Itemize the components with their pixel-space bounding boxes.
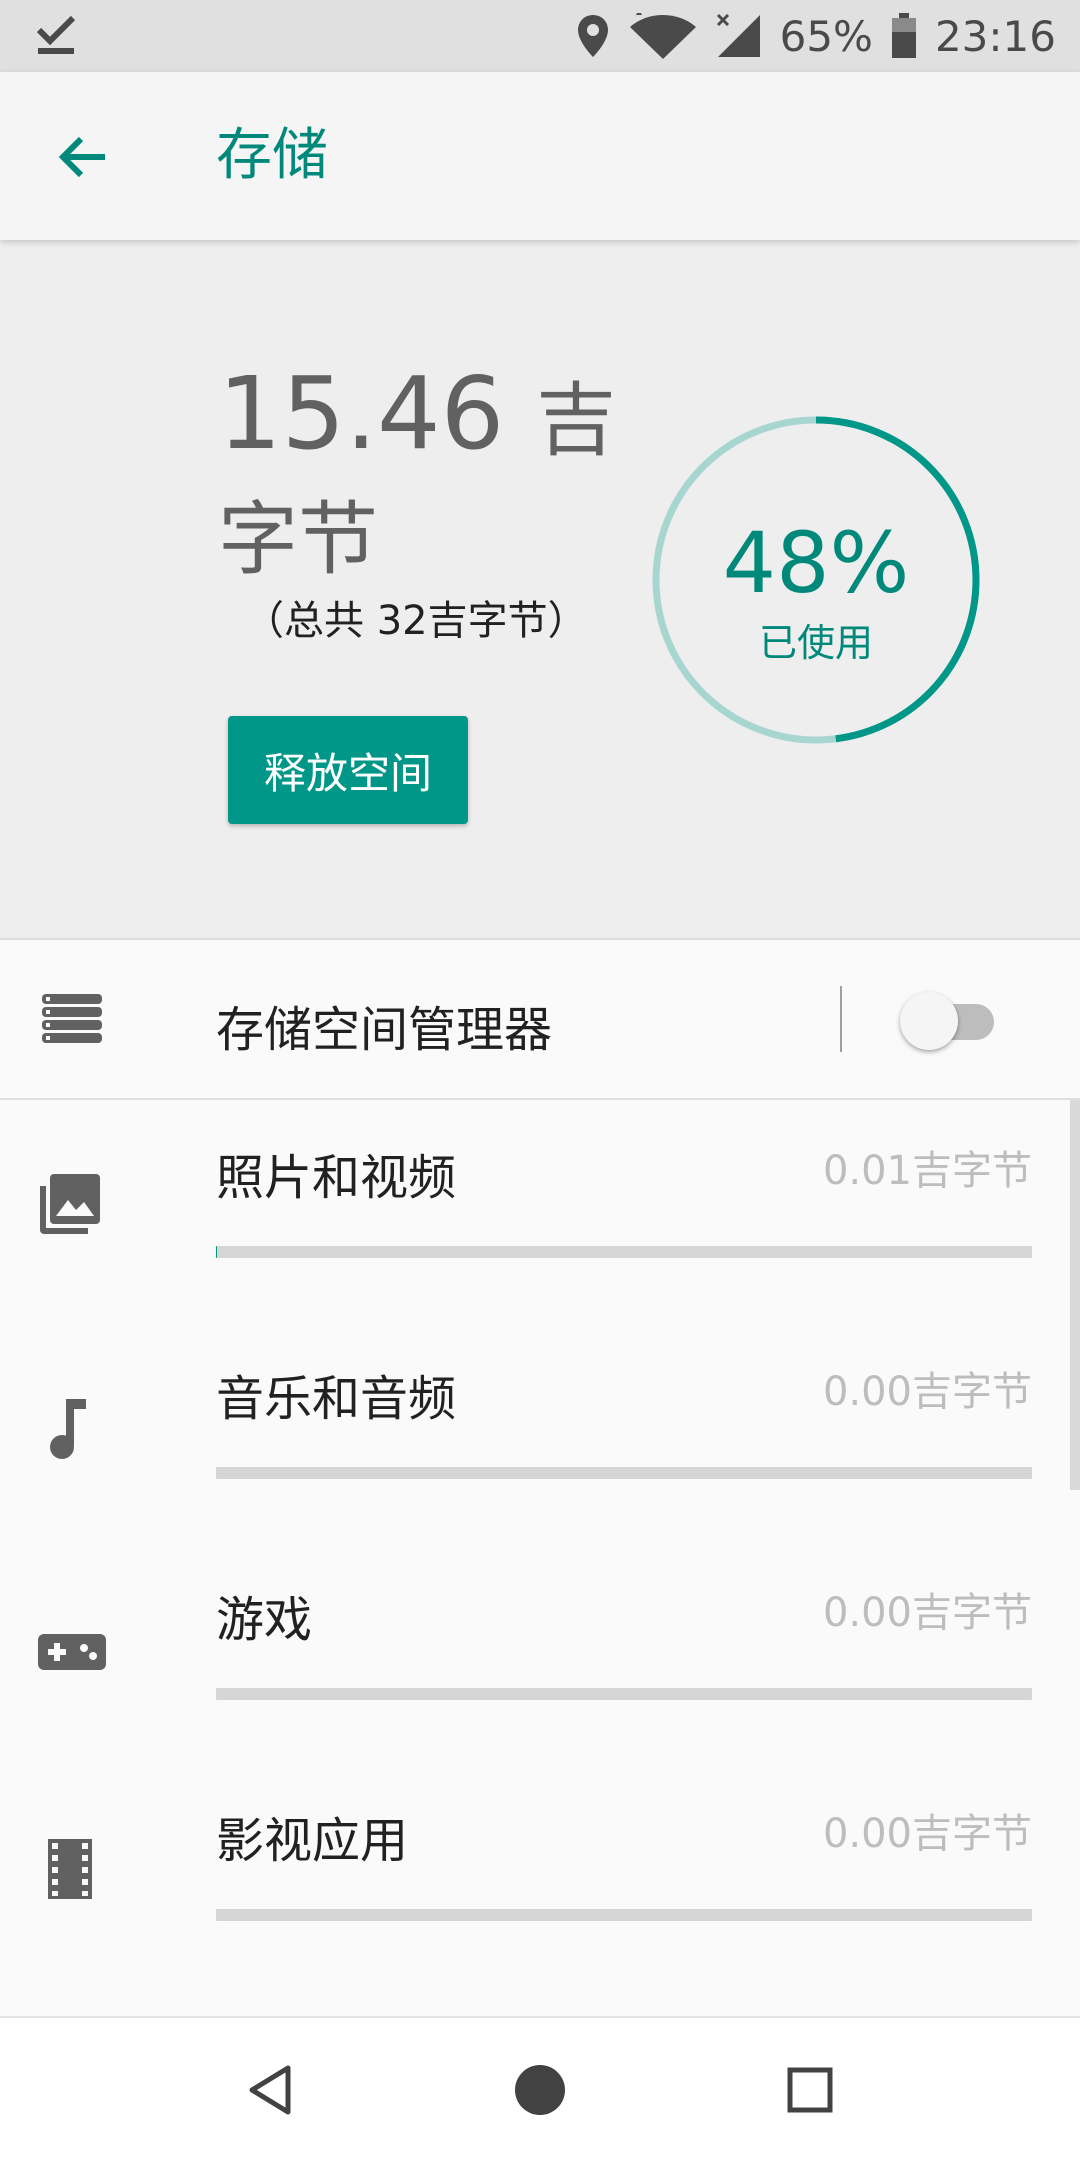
category-usage-bar: [216, 1909, 1032, 1921]
category-label: 影视应用: [216, 1813, 409, 1869]
storage-icon: [42, 994, 102, 1044]
battery-percent: 65%: [779, 11, 873, 61]
movie-icon: [38, 1837, 106, 1905]
signal-icon: [716, 13, 762, 59]
clock: 23:16: [934, 11, 1056, 61]
storage-manager-toggle[interactable]: [900, 990, 1000, 1050]
category-usage-bar: [216, 1246, 1032, 1258]
storage-summary: 15.46 吉字节 （总共 32吉字节） 释放空间 48% 已使用: [0, 240, 1080, 940]
music-note-icon: [38, 1397, 106, 1465]
gamepad-icon: [38, 1618, 106, 1686]
category-size: 0.01吉字节: [822, 1148, 1032, 1194]
app-bar: 存储: [0, 72, 1080, 240]
download-done-icon: [36, 12, 80, 60]
category-movie-tv-apps[interactable]: 影视应用 0.00吉字节: [0, 1763, 1080, 1983]
nav-home-icon: [515, 2065, 565, 2115]
navigation-bar: [0, 2016, 1080, 2160]
divider: [840, 986, 842, 1052]
nav-back-icon: [249, 2065, 291, 2115]
category-usage-bar: [216, 1467, 1032, 1479]
percent-used: 48%: [722, 514, 910, 612]
location-icon: [576, 13, 610, 59]
storage-manager-row[interactable]: 存储空间管理器: [0, 940, 1080, 1100]
photo-library-icon: [38, 1172, 106, 1240]
nav-recents-icon: [787, 2067, 833, 2113]
storage-manager-label: 存储空间管理器: [216, 1002, 553, 1058]
category-label: 音乐和音频: [216, 1371, 457, 1427]
category-usage-bar: [216, 1688, 1032, 1700]
category-photos-videos[interactable]: 照片和视频 0.01吉字节: [0, 1100, 1080, 1320]
total-capacity: （总共 32吉字节）: [244, 598, 588, 644]
battery-icon: [891, 13, 917, 59]
arrow-back-icon: [58, 136, 105, 178]
used-amount: 15.46 吉字节: [218, 358, 638, 596]
category-label: 照片和视频: [216, 1150, 457, 1206]
status-bar: 65% 23:16: [0, 0, 1080, 72]
category-music-audio[interactable]: 音乐和音频 0.00吉字节: [0, 1321, 1080, 1541]
category-size: 0.00吉字节: [822, 1590, 1032, 1636]
toggle-thumb: [900, 992, 958, 1050]
wifi-icon: [628, 13, 698, 59]
nav-home-button[interactable]: [504, 2054, 576, 2126]
nav-back-button[interactable]: [234, 2054, 306, 2126]
category-size: 0.00吉字节: [822, 1811, 1032, 1857]
category-label: 游戏: [216, 1592, 313, 1648]
nav-recents-button[interactable]: [774, 2054, 846, 2126]
category-games[interactable]: 游戏 0.00吉字节: [0, 1542, 1080, 1762]
page-title: 存储: [216, 123, 328, 188]
category-size: 0.00吉字节: [822, 1369, 1032, 1415]
back-button[interactable]: [38, 112, 128, 202]
free-up-space-button[interactable]: 释放空间: [228, 716, 468, 824]
percent-used-label: 已使用: [758, 621, 873, 665]
used-value: 15.46: [218, 355, 505, 472]
